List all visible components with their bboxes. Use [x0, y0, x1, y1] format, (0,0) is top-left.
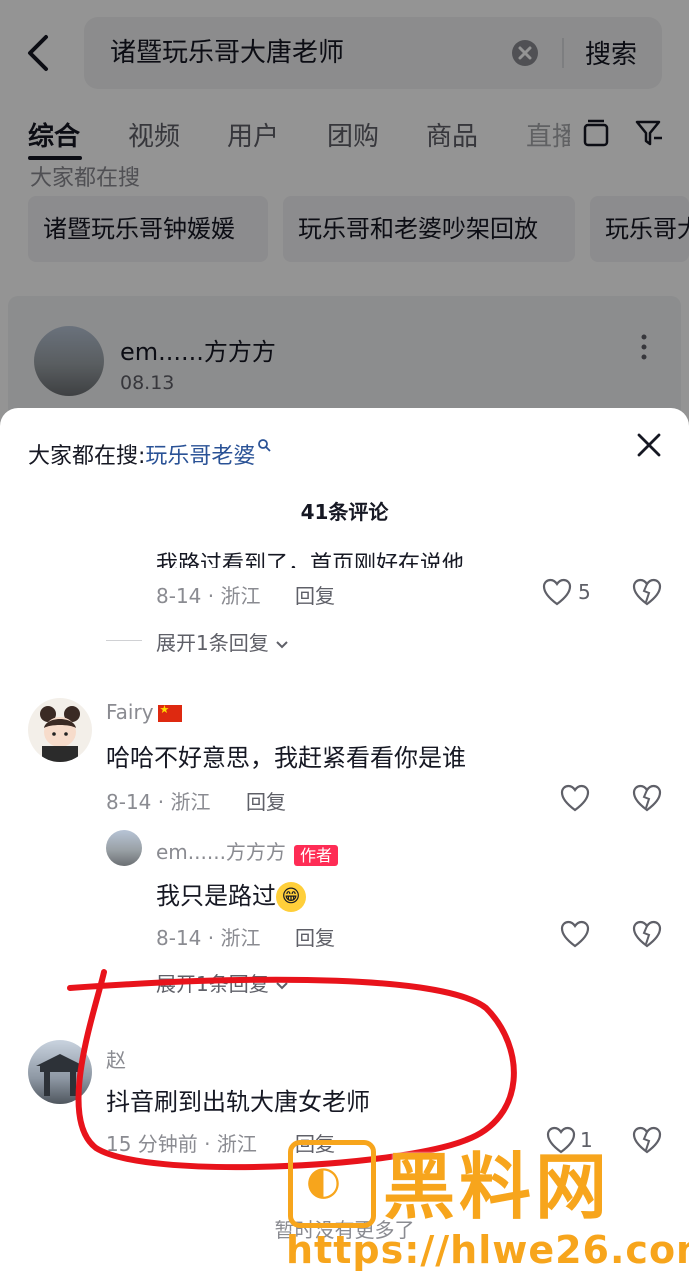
reply-button[interactable]: 回复 — [246, 786, 286, 815]
china-flag-icon — [157, 703, 182, 722]
author-badge: 作者 — [293, 844, 338, 866]
comment-meta: 8-14 · 浙江 — [156, 926, 261, 950]
broken-heart-icon[interactable] — [632, 784, 662, 812]
everyone-search-link[interactable]: 玩乐哥老婆 — [145, 444, 255, 469]
heart-icon[interactable] — [560, 784, 590, 812]
reply-button[interactable]: 回复 — [295, 922, 335, 951]
reply-button[interactable]: 回复 — [295, 580, 335, 609]
comment-text: 我路过看到了，首页刚好在说他 — [156, 552, 465, 568]
chevron-down-icon — [276, 641, 288, 649]
comment-meta: 8-14 · 浙江 — [156, 584, 261, 608]
divider — [106, 640, 142, 641]
grin-emoji-icon: 😁 — [276, 882, 306, 912]
commenter-name[interactable]: em......方方方 作者 — [156, 836, 338, 866]
avatar[interactable] — [28, 698, 92, 762]
commenter-name-text: em......方方方 — [156, 840, 286, 864]
heart-icon[interactable] — [542, 578, 572, 606]
broken-heart-icon[interactable] — [632, 1126, 662, 1154]
avatar[interactable] — [106, 830, 142, 866]
broken-heart-icon[interactable] — [632, 920, 662, 948]
close-icon[interactable] — [636, 432, 662, 458]
expand-replies[interactable]: 展开1条回复 — [156, 627, 289, 656]
comment-text-body: 我只是路过 — [156, 882, 276, 910]
watermark-brand: 黑料网 — [383, 1145, 612, 1229]
commenter-name-text: Fairy — [106, 700, 154, 724]
comment-text: 我只是路过 😁 — [156, 876, 306, 912]
comment-meta: 8-14 · 浙江 — [106, 790, 211, 814]
everyone-prefix: 大家都在搜: — [28, 444, 146, 469]
search-icon — [258, 439, 272, 452]
broken-heart-icon[interactable] — [632, 578, 662, 606]
everyone-searching: 大家都在搜:玩乐哥老婆 — [28, 438, 272, 470]
watermark-url: https://hlwe26.com — [286, 1228, 689, 1272]
expand-replies-label: 展开1条回复 — [156, 631, 269, 655]
watermark-logo-mark: ◐ — [306, 1158, 341, 1204]
comment-text: 哈哈不好意思，我赶紧看看你是谁 — [106, 744, 466, 772]
avatar-illustration — [40, 706, 80, 762]
commenter-name[interactable]: Fairy — [106, 700, 182, 724]
comment-count: 41条评论 — [300, 500, 389, 524]
heart-icon[interactable] — [560, 920, 590, 948]
like-count: 5 — [578, 580, 591, 604]
